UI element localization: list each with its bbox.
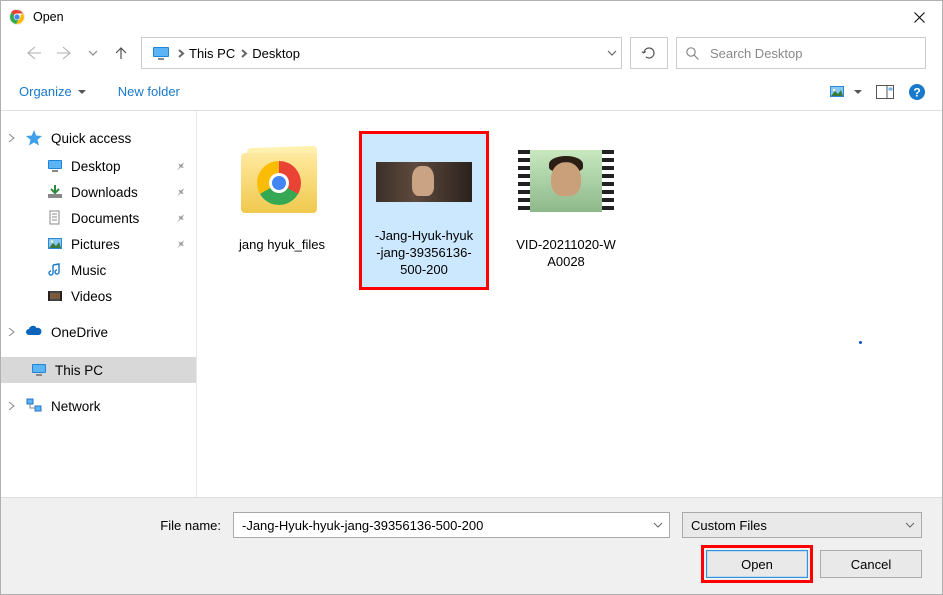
- address-bar[interactable]: This PC Desktop: [141, 37, 622, 69]
- help-button[interactable]: ?: [908, 83, 926, 101]
- filename-input[interactable]: -Jang-Hyuk-hyuk-jang-39356136-500-200: [233, 512, 670, 538]
- desktop-icon: [47, 158, 63, 174]
- pictures-icon: [47, 236, 63, 252]
- network-icon: [25, 397, 43, 415]
- new-folder-button[interactable]: New folder: [118, 84, 180, 99]
- chevron-right-icon[interactable]: [7, 402, 15, 410]
- downloads-icon: [47, 184, 63, 200]
- sidebar-label: Quick access: [51, 131, 131, 146]
- search-box[interactable]: [676, 37, 926, 69]
- file-item-folder[interactable]: jang hyuk_files: [217, 131, 347, 254]
- folder-icon: [232, 131, 332, 231]
- combo-dropdown[interactable]: [905, 520, 915, 530]
- file-label: VID-20211020-W A0028: [516, 237, 615, 271]
- dialog-footer: File name: -Jang-Hyuk-hyuk-jang-39356136…: [1, 497, 942, 594]
- sidebar-this-pc[interactable]: This PC: [1, 357, 196, 383]
- sidebar-label: Music: [71, 263, 106, 278]
- chevron-right-icon[interactable]: [7, 134, 15, 142]
- filename-label: File name:: [21, 518, 221, 533]
- quick-access-icon: [25, 129, 43, 147]
- sidebar-quick-access[interactable]: Quick access: [1, 125, 196, 153]
- back-button[interactable]: [21, 41, 45, 65]
- file-item-image-selected[interactable]: -Jang-Hyuk-hyuk -jang-39356136- 500-200: [359, 131, 489, 290]
- sidebar-label: Network: [51, 399, 101, 414]
- breadcrumb-folder[interactable]: Desktop: [248, 42, 304, 65]
- image-thumbnail: [374, 142, 474, 222]
- pin-icon: [175, 239, 186, 250]
- sidebar-label: Documents: [71, 211, 139, 226]
- chevron-right-icon[interactable]: [7, 328, 15, 336]
- chevron-right-icon[interactable]: [176, 49, 185, 58]
- sidebar-label: OneDrive: [51, 325, 108, 340]
- file-label: -Jang-Hyuk-hyuk -jang-39356136- 500-200: [375, 228, 473, 279]
- file-list[interactable]: jang hyuk_files -Jang-Hyuk-hyuk -jang-39…: [197, 111, 942, 497]
- file-item-video[interactable]: VID-20211020-W A0028: [501, 131, 631, 271]
- sidebar-label: Videos: [71, 289, 112, 304]
- organize-button[interactable]: Organize: [19, 84, 86, 99]
- this-pc-icon: [152, 44, 170, 62]
- pin-icon: [175, 187, 186, 198]
- up-button[interactable]: [109, 41, 133, 65]
- sidebar-documents[interactable]: Documents: [1, 205, 196, 231]
- search-icon: [685, 46, 700, 61]
- sidebar-onedrive[interactable]: OneDrive: [1, 319, 196, 347]
- view-icons-button[interactable]: [830, 85, 862, 99]
- cancel-button[interactable]: Cancel: [820, 550, 922, 578]
- breadcrumb-root[interactable]: This PC: [185, 42, 239, 65]
- toolbar: Organize New folder ?: [1, 73, 942, 111]
- combo-dropdown[interactable]: [653, 520, 663, 530]
- refresh-button[interactable]: [630, 37, 668, 69]
- pin-icon: [175, 213, 186, 224]
- videos-icon: [47, 288, 63, 304]
- file-type-filter[interactable]: Custom Files: [682, 512, 922, 538]
- close-button[interactable]: [896, 1, 942, 33]
- sidebar-downloads[interactable]: Downloads: [1, 179, 196, 205]
- chevron-right-icon[interactable]: [239, 49, 248, 58]
- cursor-indicator: [859, 341, 862, 344]
- sidebar-pictures[interactable]: Pictures: [1, 231, 196, 257]
- titlebar: Open: [1, 1, 942, 33]
- open-button[interactable]: Open: [706, 550, 808, 578]
- sidebar: Quick access Desktop Downloads Documents: [1, 111, 197, 497]
- search-input[interactable]: [708, 45, 917, 62]
- this-pc-icon: [31, 362, 47, 378]
- sidebar-label: Desktop: [71, 159, 121, 174]
- sidebar-network[interactable]: Network: [1, 393, 196, 421]
- sidebar-videos[interactable]: Videos: [1, 283, 196, 309]
- svg-text:?: ?: [913, 85, 920, 99]
- documents-icon: [47, 210, 63, 226]
- nav-row: This PC Desktop: [1, 33, 942, 73]
- file-label: jang hyuk_files: [239, 237, 325, 254]
- onedrive-icon: [25, 323, 43, 341]
- sidebar-label: Pictures: [71, 237, 120, 252]
- forward-button[interactable]: [53, 41, 77, 65]
- history-dropdown[interactable]: [85, 41, 101, 65]
- sidebar-label: This PC: [55, 363, 103, 378]
- window-title: Open: [33, 10, 896, 24]
- sidebar-music[interactable]: Music: [1, 257, 196, 283]
- video-thumbnail: [516, 131, 616, 231]
- music-icon: [47, 262, 63, 278]
- chrome-app-icon: [9, 9, 25, 25]
- sidebar-desktop[interactable]: Desktop: [1, 153, 196, 179]
- pin-icon: [175, 161, 186, 172]
- sidebar-label: Downloads: [71, 185, 138, 200]
- address-dropdown[interactable]: [607, 48, 617, 58]
- preview-pane-button[interactable]: [876, 85, 894, 99]
- open-dialog: Open This PC Desktop: [0, 0, 943, 595]
